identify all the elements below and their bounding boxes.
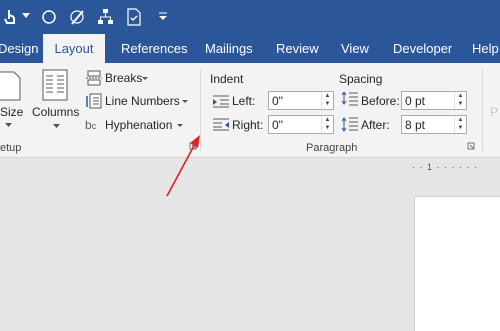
indent-left-value: 0" — [272, 94, 283, 108]
tab-view[interactable]: View — [341, 34, 369, 63]
page-size-icon — [0, 71, 21, 101]
spacing-after-icon — [341, 117, 358, 132]
position-button-cutoff[interactable]: P — [490, 105, 498, 119]
annotation-arrow-icon — [166, 135, 200, 197]
chevron-down-icon — [53, 124, 60, 128]
ribbon-panel: Size etup Columns Breaks Line Numbers bc… — [0, 63, 500, 158]
tab-developer[interactable]: Developer — [393, 34, 452, 63]
size-button[interactable]: Size — [0, 105, 23, 119]
columns-icon — [42, 69, 68, 101]
paragraph-group-label: Paragraph — [306, 142, 358, 154]
group-separator — [482, 69, 483, 151]
breaks-button[interactable]: Breaks — [105, 71, 142, 85]
columns-button[interactable]: Columns — [32, 105, 79, 119]
quick-access-toolbar — [0, 0, 500, 34]
spacing-after-input[interactable]: 8 pt ▲ ▼ — [401, 115, 467, 134]
indent-left-label: Left: — [232, 94, 256, 108]
indent-right-icon — [213, 118, 229, 131]
circle-shape-icon[interactable] — [41, 9, 57, 25]
hyphenation-icon: bc — [85, 118, 97, 132]
spinner-arrows-icon[interactable]: ▲ ▼ — [321, 92, 333, 109]
indent-left-input[interactable]: 0" ▲ ▼ — [268, 91, 334, 110]
spinner-arrows-icon[interactable]: ▲ ▼ — [454, 92, 466, 109]
touch-mode-icon[interactable] — [4, 8, 18, 26]
indent-left-icon — [213, 95, 229, 108]
spacing-before-input[interactable]: 0 pt ▲ ▼ — [401, 91, 467, 110]
chevron-down-icon — [142, 77, 148, 80]
tab-mailings[interactable]: Mailings — [205, 34, 253, 63]
spacing-after-label: After: — [361, 118, 390, 132]
spacing-before-label: Before: — [361, 94, 400, 108]
tab-design[interactable]: Design — [0, 34, 38, 63]
indent-right-label: Right: — [232, 118, 264, 132]
indent-right-value: 0" — [272, 118, 283, 132]
chevron-down-icon — [182, 100, 188, 103]
tab-help[interactable]: Help — [472, 34, 499, 63]
customize-toolbar-icon[interactable] — [158, 11, 168, 21]
spacing-before-icon — [341, 92, 358, 106]
chevron-down-icon — [177, 124, 183, 127]
line-numbers-icon — [86, 93, 102, 109]
indent-heading: Indent — [210, 72, 244, 86]
breaks-icon — [86, 70, 102, 86]
tab-layout[interactable]: Layout — [43, 34, 105, 63]
tab-review[interactable]: Review — [276, 34, 319, 63]
spacing-after-value: 8 pt — [405, 118, 426, 132]
chevron-down-icon[interactable] — [22, 13, 30, 19]
spacing-before-value: 0 pt — [405, 94, 426, 108]
ribbon-tab-bar: Design Layout References Mailings Review… — [0, 34, 500, 63]
tab-references[interactable]: References — [121, 34, 187, 63]
page-setup-group-label: etup — [0, 142, 22, 154]
pen-draw-icon[interactable] — [69, 8, 86, 26]
hierarchy-icon[interactable] — [97, 8, 114, 26]
paragraph-dialog-launcher-icon[interactable] — [467, 142, 475, 150]
spinner-arrows-icon[interactable]: ▲ ▼ — [321, 116, 333, 133]
indent-right-input[interactable]: 0" ▲ ▼ — [268, 115, 334, 134]
line-numbers-button[interactable]: Line Numbers — [105, 94, 180, 108]
spinner-arrows-icon[interactable]: ▲ ▼ — [454, 116, 466, 133]
spacing-heading: Spacing — [339, 72, 383, 86]
document-page[interactable] — [414, 196, 500, 331]
document-check-icon[interactable] — [126, 8, 142, 26]
horizontal-ruler[interactable]: · · 1 · · · · · · — [412, 162, 500, 172]
chevron-down-icon — [5, 123, 12, 127]
